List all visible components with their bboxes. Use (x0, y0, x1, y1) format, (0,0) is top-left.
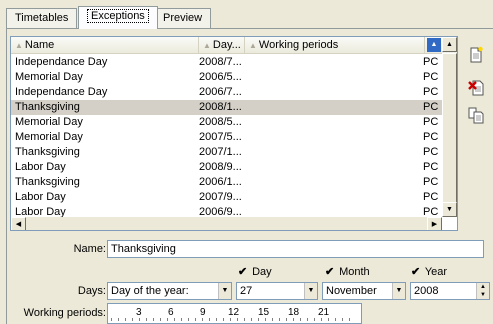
tab-timetables-label: Timetables (15, 12, 69, 24)
name-label: Name: (73, 243, 106, 255)
tab-timetables[interactable]: Timetables (6, 8, 78, 28)
cell-name: Independance Day (15, 86, 108, 98)
cell-name: Memorial Day (15, 131, 83, 143)
working-periods-label: Working periods: (23, 307, 106, 319)
ruler-ticks (111, 318, 356, 321)
cell-code: PC (423, 131, 439, 143)
chevron-down-icon[interactable]: ▼ (218, 283, 231, 299)
vertical-scrollbar[interactable]: ▲ ▼ (442, 37, 457, 217)
tab-exceptions-label: Exceptions (87, 9, 149, 23)
cell-code: PC (423, 146, 439, 158)
table-row[interactable]: Independance Day 2008/7... PC (11, 55, 442, 70)
working-periods-ruler[interactable]: 3 6 9 12 15 18 21 (107, 303, 362, 324)
cell-code: PC (423, 56, 439, 68)
new-exception-button[interactable] (464, 44, 488, 66)
cell-day: 2006/1... (199, 176, 242, 188)
cell-name: Independance Day (15, 56, 108, 68)
chevron-down-icon[interactable]: ▼ (304, 283, 317, 299)
year-spinner[interactable]: 2008 ▲ ▼ (410, 282, 490, 300)
cell-day: 2007/1... (199, 146, 242, 158)
day-select[interactable]: 27 ▼ (236, 282, 318, 300)
spinner-arrows-icon[interactable]: ▲ ▼ (476, 283, 489, 299)
name-field[interactable]: Thanksgiving (107, 240, 484, 258)
ruler-tick-label: 21 (318, 307, 330, 318)
table-row[interactable]: Independance Day 2006/7... PC (11, 85, 442, 100)
table-row[interactable]: Memorial Day 2008/5... PC (11, 115, 442, 130)
ruler-tick-label: 15 (258, 307, 270, 318)
ruler-tick-label: 9 (200, 307, 206, 318)
cell-code: PC (423, 176, 439, 188)
cell-name: Labor Day (15, 191, 66, 203)
cell-day: 2006/7... (199, 86, 242, 98)
tab-preview[interactable]: Preview (154, 8, 212, 28)
cell-name: Memorial Day (15, 116, 83, 128)
scroll-thumb[interactable] (442, 53, 457, 205)
list-header: ▲ Name ▲ Day... ▲ Working periods ▲ (11, 37, 457, 54)
cell-day: 2007/9... (199, 191, 242, 203)
cell-name: Thanksgiving (15, 146, 80, 158)
cell-name: Labor Day (15, 161, 66, 173)
scroll-up-button[interactable]: ▲ (442, 37, 457, 52)
cell-name: Memorial Day (15, 71, 83, 83)
sort-arrow-icon: ▲ (203, 41, 211, 50)
chevron-down-icon[interactable]: ▼ (392, 283, 405, 299)
ruler-tick-label: 18 (288, 307, 300, 318)
sort-arrow-icon: ▲ (249, 41, 257, 50)
cell-day: 2008/7... (199, 56, 242, 68)
copy-icon (468, 107, 484, 124)
cell-code: PC (423, 191, 439, 203)
table-row[interactable]: Thanksgiving 2006/1... PC (11, 175, 442, 190)
column-header-day[interactable]: ▲ Day... (199, 37, 245, 54)
cell-day: 2008/5... (199, 116, 242, 128)
cell-name: Thanksgiving (15, 101, 80, 113)
sort-indicator-icon[interactable]: ▲ (427, 38, 441, 52)
new-document-icon (470, 46, 483, 63)
checkmark-icon: ✔ (238, 266, 248, 278)
table-row[interactable]: Labor Day 2007/9... PC (11, 190, 442, 205)
days-label: Days: (77, 285, 106, 297)
column-header-name[interactable]: ▲ Name (11, 37, 199, 54)
day-checkbox[interactable]: ✔ Day (238, 265, 272, 278)
delete-exception-button[interactable] (464, 76, 488, 98)
list-rows: Independance Day 2008/7... PC Memorial Day 2… (11, 55, 442, 220)
ruler-tick-label: 3 (136, 307, 142, 318)
sort-arrow-icon: ▲ (15, 41, 23, 50)
scroll-right-button[interactable]: ▶ (427, 217, 442, 230)
cell-day: 2007/5... (199, 131, 242, 143)
horizontal-scrollbar[interactable]: ◀ ▶ (11, 217, 442, 230)
year-checkbox[interactable]: ✔ Year (411, 265, 447, 278)
month-checkbox[interactable]: ✔ Month (325, 265, 370, 278)
column-header-working-periods[interactable]: ▲ Working periods (245, 37, 425, 54)
table-row[interactable]: Thanksgiving 2007/1... PC (11, 145, 442, 160)
cell-code: PC (423, 116, 439, 128)
table-row[interactable]: Memorial Day 2007/5... PC (11, 130, 442, 145)
month-select[interactable]: November ▼ (322, 282, 406, 300)
ruler-tick-label: 6 (168, 307, 174, 318)
cell-day: 2008/9... (199, 161, 242, 173)
checkmark-icon: ✔ (325, 266, 335, 278)
days-type-select[interactable]: Day of the year: ▼ (107, 282, 232, 300)
tab-exceptions[interactable]: Exceptions (78, 6, 158, 29)
table-row[interactable]: Thanksgiving 2008/1... PC (11, 100, 442, 115)
tab-preview-label: Preview (163, 12, 203, 24)
cell-day: 2008/1... (199, 101, 242, 113)
scroll-down-button[interactable]: ▼ (442, 202, 457, 217)
ruler-tick-label: 12 (228, 307, 240, 318)
exceptions-list[interactable]: ▲ Name ▲ Day... ▲ Working periods ▲ Indepen… (10, 36, 458, 231)
scroll-left-button[interactable]: ◀ (11, 217, 26, 230)
cell-code: PC (423, 86, 439, 98)
cell-code: PC (423, 101, 439, 113)
table-row[interactable]: Memorial Day 2006/5... PC (11, 70, 442, 85)
copy-exception-button[interactable] (464, 104, 488, 126)
cell-name: Thanksgiving (15, 176, 80, 188)
delete-icon (468, 80, 484, 96)
cell-code: PC (423, 71, 439, 83)
table-row[interactable]: Labor Day 2008/9... PC (11, 160, 442, 175)
checkmark-icon: ✔ (411, 266, 421, 278)
cell-day: 2006/5... (199, 71, 242, 83)
cell-code: PC (423, 161, 439, 173)
